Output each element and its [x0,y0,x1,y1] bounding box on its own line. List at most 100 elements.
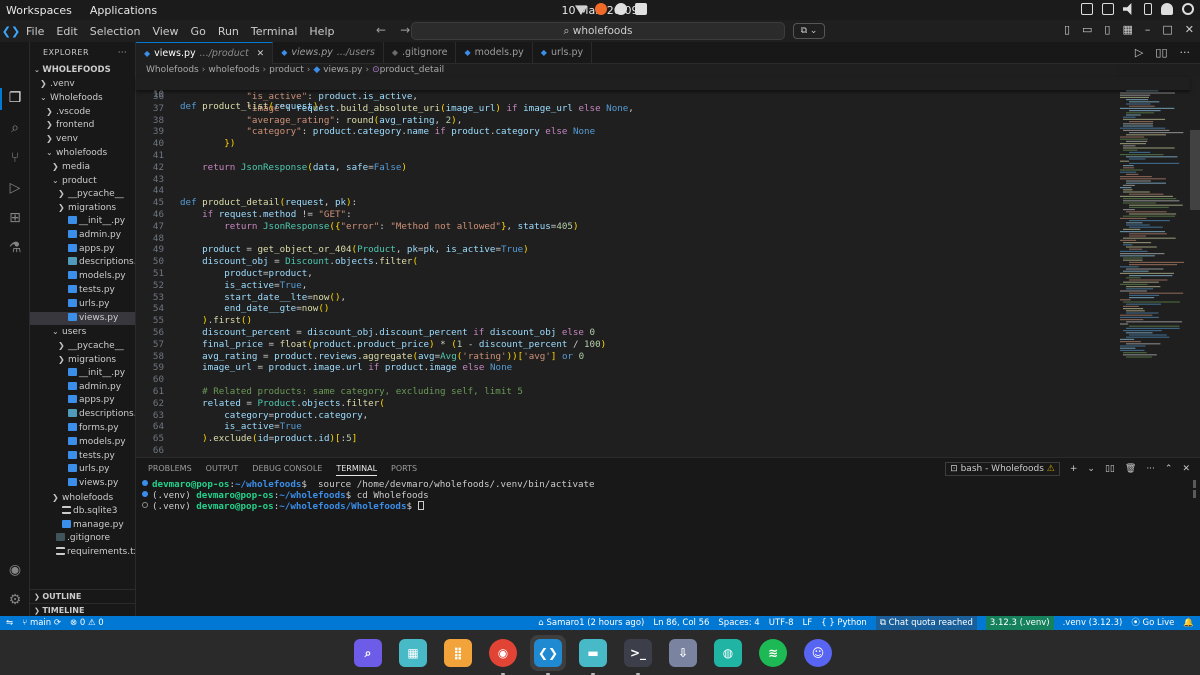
spotify-dock-icon[interactable]: ≋ [755,635,791,671]
tree-folder[interactable]: ⌄ users [30,325,135,339]
breadcrumb-item[interactable]: wholefoods [208,65,259,75]
tree-file[interactable]: db.sqlite3 [30,505,135,519]
timeline-section[interactable]: ❯ TIMELINE [30,603,136,617]
new-terminal-icon[interactable]: + [1070,464,1078,474]
sync-icon[interactable]: ⟳ [54,618,61,628]
tree-folder[interactable]: ❯ .venv [30,77,135,91]
app-launcher-dock-icon[interactable]: ⌕ [350,635,386,671]
tree-folder[interactable]: ❯ .vscode [30,105,135,119]
end-of-line[interactable]: LF [803,616,813,630]
workspace-root[interactable]: ⌄ WHOLEFOODS [30,64,135,77]
run-debug-icon[interactable]: ▷ [7,180,23,196]
tree-file[interactable]: __init__.py [30,215,135,229]
terminal-scrollbar[interactable] [1191,478,1197,502]
tree-file[interactable]: admin.py [30,381,135,395]
tree-folder[interactable]: ❯ migrations [30,201,135,215]
testing-icon[interactable]: ⚗ [7,240,23,256]
tree-file[interactable]: urls.py [30,298,135,312]
tree-file[interactable]: tests.py [30,284,135,298]
more-panel-actions-icon[interactable]: ··· [1146,464,1155,474]
go-live[interactable]: ⦿ Go Live [1131,616,1174,630]
python-env[interactable]: .venv (3.12.3) [1063,616,1123,630]
tab-urls-py[interactable]: ◆ urls.py [533,42,593,64]
toggle-secondary-sidebar-icon[interactable]: ▯ [1104,23,1110,36]
app-grid-dock-icon[interactable]: ⣿ [440,635,476,671]
breadcrumb-item[interactable]: product_detail [380,65,444,75]
terminal-dock-icon[interactable]: >_ [620,635,656,675]
download-dock-icon[interactable]: ⇩ [665,635,701,671]
tree-folder[interactable]: ⌄ Wholefoods [30,91,135,105]
more-editor-actions-icon[interactable]: ··· [1180,46,1191,59]
menu-help[interactable]: Help [309,25,334,38]
tab-views-py[interactable]: ◆ views.py .../product ✕ [136,42,274,65]
tab-models-py[interactable]: ◆ models.py [456,42,533,64]
git-blame[interactable]: ⌂ Samaro1 (2 hours ago) [538,616,644,630]
language-mode[interactable]: { } Python [821,616,867,630]
tab-views-py[interactable]: ◆ views.py .../users [273,42,384,64]
close-panel-icon[interactable]: ✕ [1182,464,1190,474]
copilot-button[interactable]: ⧉ ⌄ [793,23,825,39]
forward-arrow-icon[interactable]: → [400,23,410,37]
remote-icon[interactable]: ⇋ [6,616,13,630]
tree-file[interactable]: requirements.txt [30,546,135,560]
minimize-icon[interactable]: – [1145,23,1151,36]
tree-file[interactable]: models.py [30,270,135,284]
tree-file[interactable]: views.py [30,477,135,491]
explorer-icon[interactable]: ❐ [7,90,23,106]
tree-file[interactable]: __init__.py [30,367,135,381]
outline-section[interactable]: ❯ OUTLINE [30,589,136,603]
workspaces-dock-icon[interactable]: ▦ [395,635,431,671]
battery-icon[interactable] [1144,3,1152,15]
terminal-dropdown-icon[interactable]: ⌄ [1087,464,1095,474]
menu-edit[interactable]: Edit [56,25,77,38]
sticky-scroll[interactable]: 10 def product_list(request): [136,77,1190,112]
split-terminal-icon[interactable]: ▯▯ [1105,464,1115,474]
chrome-dock-icon[interactable]: ◉ [485,635,521,675]
manage-gear-icon[interactable]: ⚙ [7,592,23,608]
tree-file[interactable]: admin.py [30,229,135,243]
tab--gitignore[interactable]: ◆ .gitignore [384,42,457,64]
tree-file[interactable]: apps.py [30,394,135,408]
extensions-icon[interactable]: ⊞ [7,210,23,226]
maximize-panel-icon[interactable]: ⌃ [1165,464,1173,474]
toggle-panel-icon[interactable]: ▭ [1082,23,1092,36]
tree-folder[interactable]: ❯ venv [30,132,135,146]
menu-terminal[interactable]: Terminal [251,25,298,38]
breadcrumb-item[interactable]: views.py [323,65,362,75]
source-control-icon[interactable]: ⑂ [7,150,23,166]
breadcrumb-item[interactable]: Wholefoods [146,65,199,75]
tiling-icon[interactable] [1102,3,1114,15]
tree-file[interactable]: .gitignore [30,532,135,546]
tree-file[interactable]: models.py [30,436,135,450]
tree-folder[interactable]: ❯ frontend [30,118,135,132]
chat-quota[interactable]: ⧉ Chat quota reached [875,616,977,630]
menu-view[interactable]: View [152,25,178,38]
panel-tab-debug-console[interactable]: DEBUG CONSOLE [252,464,322,476]
close-tab-icon[interactable]: ✕ [257,43,265,65]
branch-indicator[interactable]: ⑂ main ⟳ [22,616,61,630]
tree-file[interactable]: tests.py [30,450,135,464]
files-dock-icon[interactable]: ▬ [575,635,611,675]
discord-tray-icon[interactable] [635,3,647,15]
menu-run[interactable]: Run [218,25,239,38]
kill-terminal-icon[interactable]: 🗑 [1125,464,1136,474]
breadcrumb-item[interactable]: product [269,65,304,75]
panel-tab-problems[interactable]: PROBLEMS [148,464,192,476]
tree-file[interactable]: descriptions.md [30,256,135,270]
tree-folder[interactable]: ❯ media [30,160,135,174]
encoding[interactable]: UTF-8 [769,616,794,630]
display-icon[interactable] [1081,3,1093,15]
workspaces-button[interactable]: Workspaces [6,4,72,17]
back-arrow-icon[interactable]: ← [376,23,386,37]
customize-layout-icon[interactable]: ▦ [1122,23,1132,36]
code-editor[interactable]: 10 def product_list(request): 36 "is_act… [136,77,1190,457]
power-icon[interactable] [1182,3,1194,15]
close-window-icon[interactable]: ✕ [1185,23,1194,36]
wifi-icon[interactable] [575,5,587,15]
accounts-icon[interactable]: ◉ [7,562,23,578]
tree-folder[interactable]: ❯ __pycache__ [30,339,135,353]
notifications-icon[interactable] [1161,3,1173,15]
run-python-icon[interactable]: ▷ [1135,46,1143,59]
terminal-selector[interactable]: ⊡ bash - Wholefoods ⚠ [945,462,1060,476]
panel-tab-ports[interactable]: PORTS [391,464,417,476]
